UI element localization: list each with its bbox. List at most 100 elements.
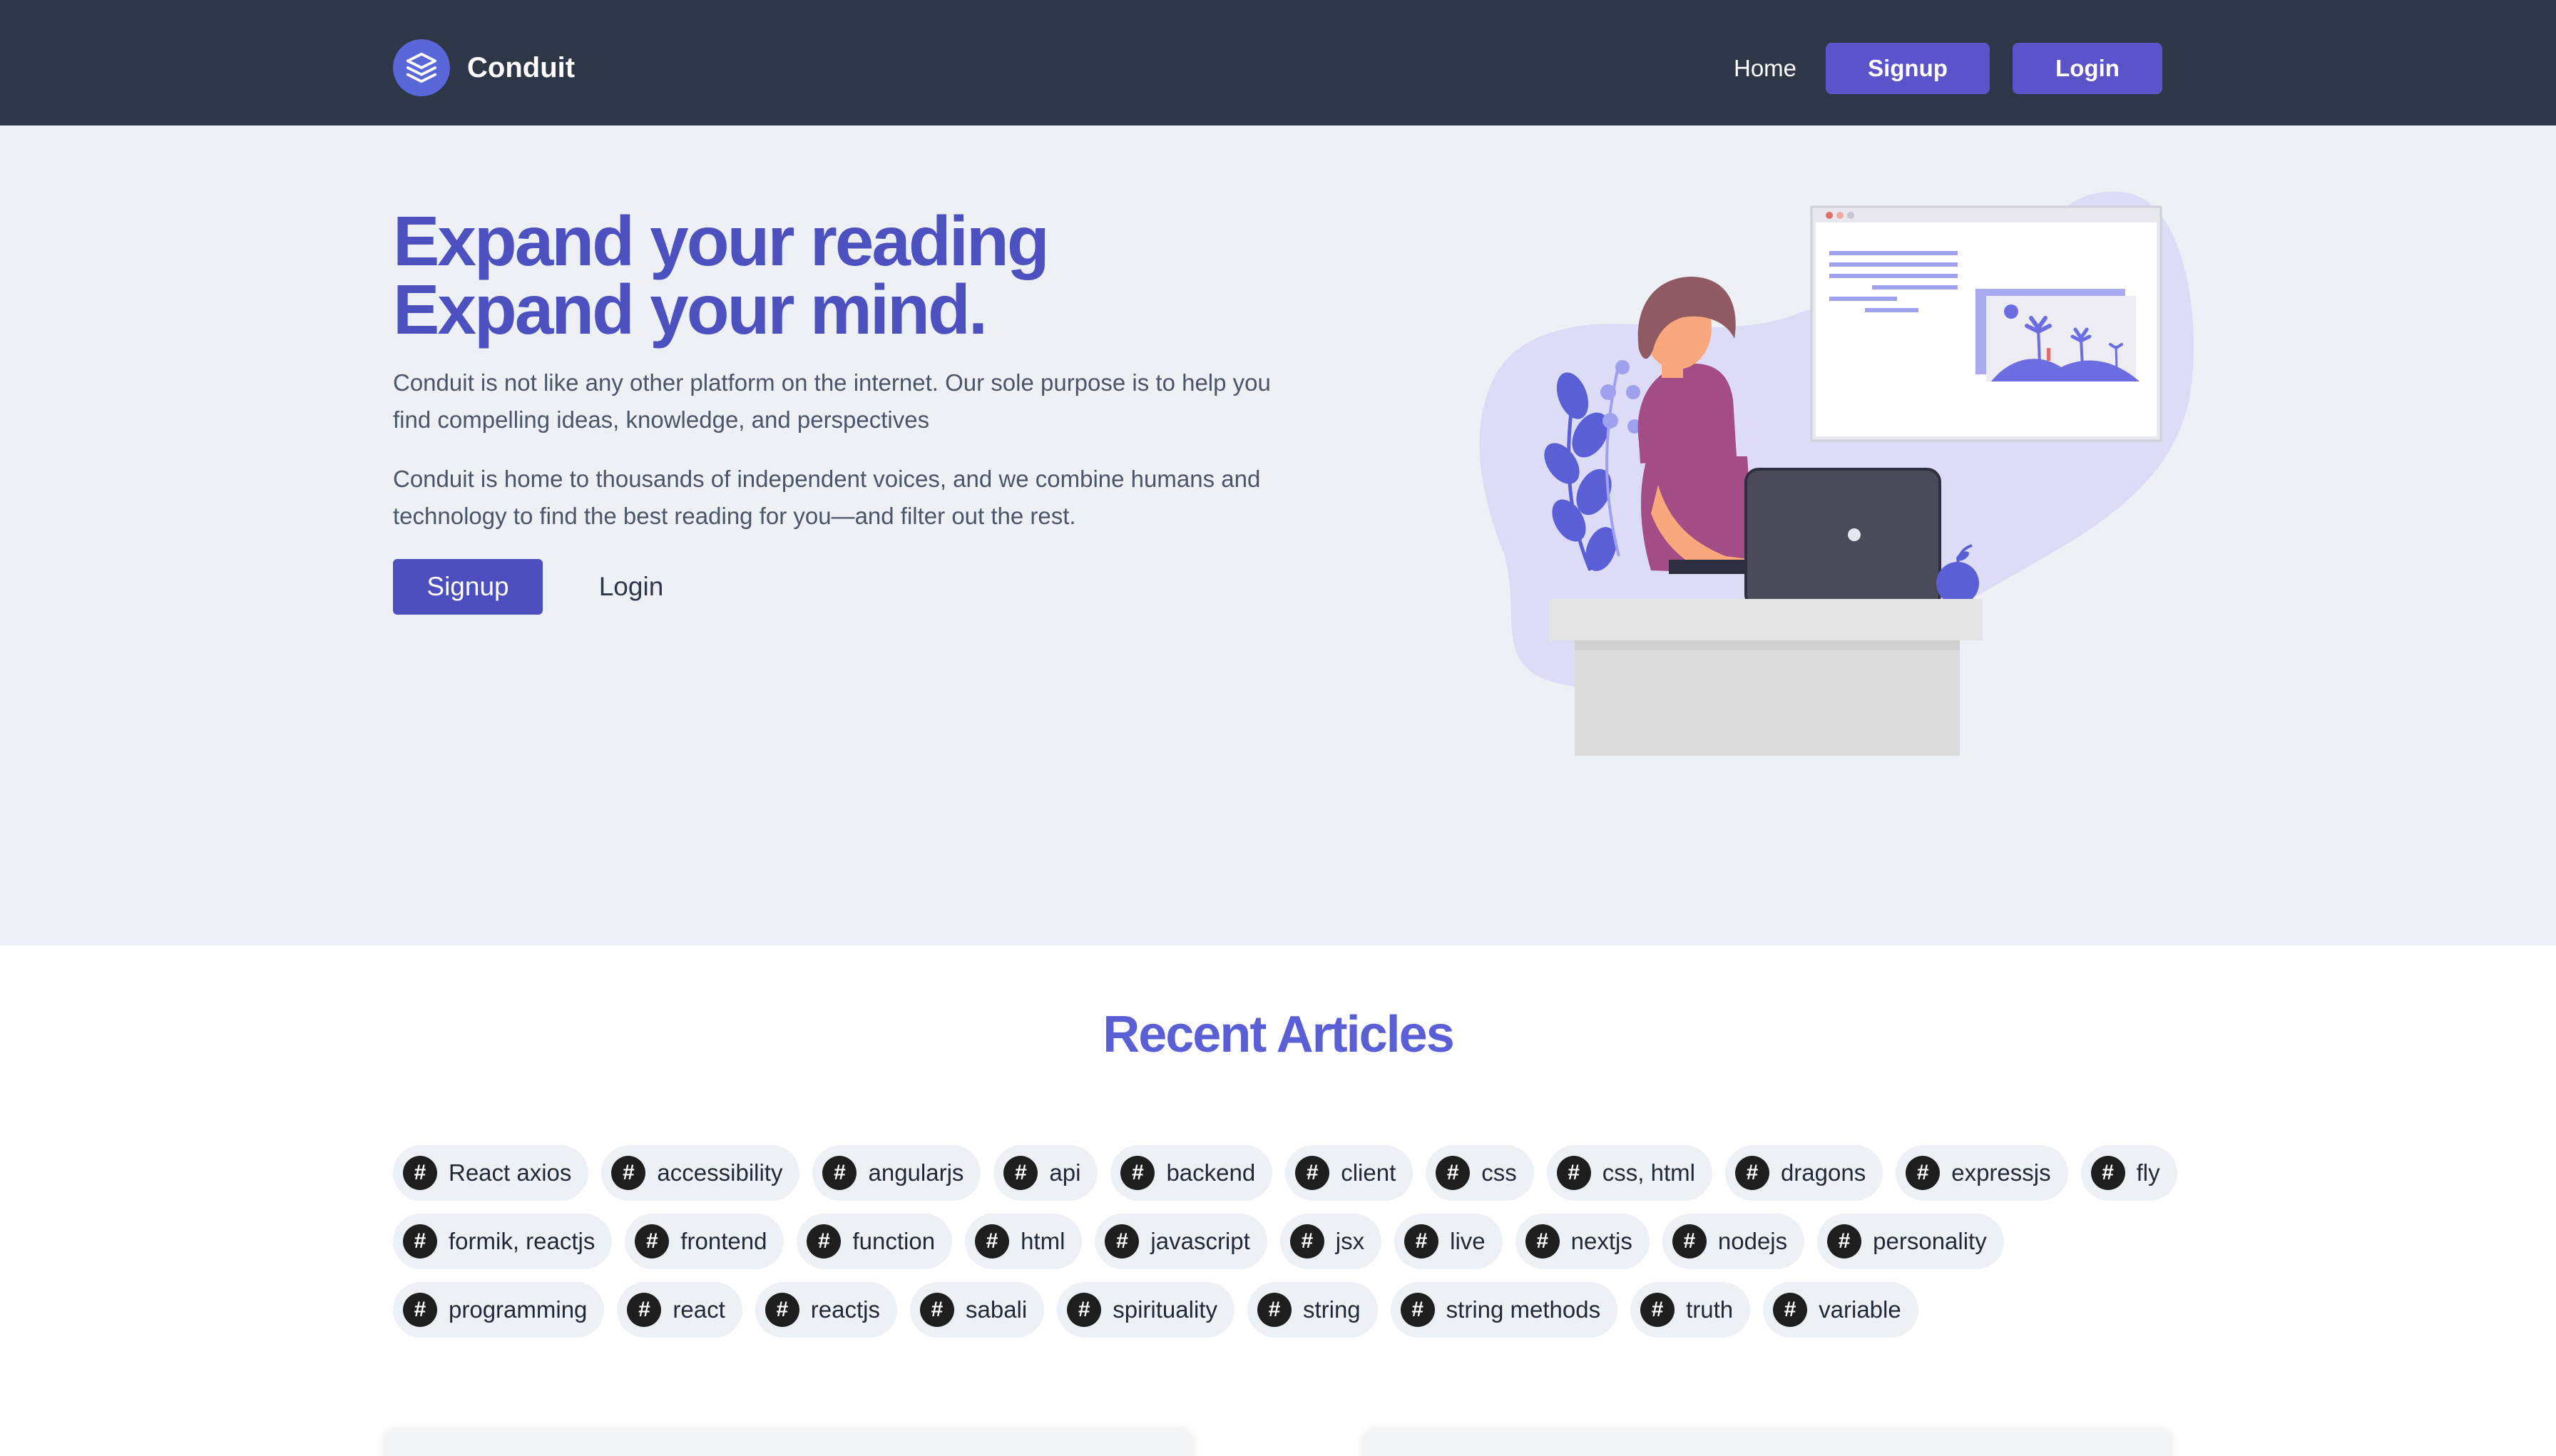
tag-pill[interactable]: # live — [1394, 1214, 1503, 1269]
hero-login-link[interactable]: Login — [571, 559, 692, 615]
tag-pill[interactable]: # api — [993, 1145, 1098, 1201]
hash-icon: # — [1105, 1224, 1140, 1258]
tag-label: accessibility — [657, 1159, 783, 1186]
hero-paragraph-1: Conduit is not like any other platform o… — [393, 369, 1271, 433]
tag-pill[interactable]: # nodejs — [1662, 1214, 1805, 1269]
tag-pill[interactable]: # accessibility — [601, 1145, 800, 1201]
tag-label: nodejs — [1717, 1228, 1788, 1254]
tag-pill[interactable]: # variable — [1763, 1282, 1918, 1338]
tag-label: css — [1481, 1159, 1517, 1186]
hash-icon: # — [1400, 1293, 1435, 1327]
hash-icon: # — [635, 1224, 670, 1258]
hash-icon: # — [920, 1293, 954, 1327]
tag-pill[interactable]: # string methods — [1390, 1282, 1618, 1338]
tag-label: jsx — [1335, 1228, 1365, 1254]
tag-label: variable — [1819, 1296, 1901, 1323]
tag-row-3: # programming # react # reactjs # sabali # spirit… — [393, 1282, 1918, 1338]
hero-title-line-1: Expand your reading — [393, 202, 1050, 280]
hero-title-line-2: Expand your mind. — [393, 270, 988, 349]
tag-pill[interactable]: # formik, reactjs — [393, 1214, 613, 1269]
hash-icon: # — [611, 1156, 646, 1190]
tag-pill[interactable]: # jsx — [1279, 1214, 1382, 1269]
tag-pill[interactable]: # spirituality — [1057, 1282, 1234, 1338]
tag-pill[interactable]: # css — [1426, 1145, 1534, 1201]
tag-label: javascript — [1150, 1228, 1250, 1254]
hero-signup-button[interactable]: Signup — [393, 559, 543, 615]
tag-pill[interactable]: # dragons — [1724, 1145, 1883, 1201]
article-card[interactable] — [384, 1430, 1194, 1456]
hero-title: Expand your reading Expand your mind. — [393, 202, 1320, 349]
nav-signup-button[interactable]: Signup — [1826, 43, 1990, 94]
laptop-illustration — [1744, 468, 1941, 609]
tag-label: programming — [449, 1296, 588, 1323]
tag-label: css, html — [1602, 1159, 1695, 1186]
tag-label: react — [673, 1296, 725, 1323]
tag-pill[interactable]: # angularjs — [812, 1145, 981, 1201]
tag-pill[interactable]: # truth — [1630, 1282, 1751, 1338]
tag-label: dragons — [1780, 1159, 1866, 1186]
tag-pill[interactable]: # client — [1285, 1145, 1414, 1201]
tag-label: formik, reactjs — [449, 1228, 595, 1254]
hash-icon: # — [1525, 1224, 1560, 1258]
hash-icon: # — [1773, 1293, 1808, 1327]
hash-icon: # — [1556, 1156, 1591, 1190]
tag-label: truth — [1686, 1296, 1734, 1323]
tag-label: expressjs — [1951, 1159, 2051, 1186]
tag-label: html — [1021, 1228, 1065, 1254]
hash-icon: # — [1120, 1156, 1155, 1190]
tag-label: personality — [1873, 1228, 1987, 1254]
hash-icon: # — [807, 1224, 842, 1258]
tag-label: backend — [1166, 1159, 1256, 1186]
tag-pill[interactable]: # react — [617, 1282, 742, 1338]
hash-icon: # — [1003, 1156, 1038, 1190]
hash-icon: # — [822, 1156, 857, 1190]
tag-label: nextjs — [1570, 1228, 1632, 1254]
tag-pill[interactable]: # reactjs — [755, 1282, 897, 1338]
tag-pill[interactable]: # html — [965, 1214, 1083, 1269]
tag-label: string methods — [1446, 1296, 1601, 1323]
nav-login-button[interactable]: Login — [2013, 43, 2162, 94]
tag-label: sabali — [966, 1296, 1028, 1323]
brand-name: Conduit — [467, 51, 576, 83]
tag-pill[interactable]: # expressjs — [1896, 1145, 2068, 1201]
tag-pill[interactable]: # sabali — [910, 1282, 1045, 1338]
tag-pill[interactable]: # programming — [393, 1282, 605, 1338]
reading-woman-illustration — [1479, 191, 2194, 756]
tag-pill[interactable]: # css, html — [1546, 1145, 1712, 1201]
hash-icon: # — [403, 1156, 437, 1190]
nav-home-link[interactable]: Home — [1726, 43, 1804, 94]
tag-pill[interactable]: # nextjs — [1515, 1214, 1650, 1269]
tag-row-2: # formik, reactjs # frontend # function # html #… — [393, 1214, 2004, 1269]
tag-pill[interactable]: # frontend — [625, 1214, 784, 1269]
tag-label: frontend — [680, 1228, 767, 1254]
hash-icon: # — [1404, 1224, 1439, 1258]
tag-pill[interactable]: # backend — [1110, 1145, 1273, 1201]
hash-icon: # — [627, 1293, 662, 1327]
hash-icon: # — [1295, 1156, 1330, 1190]
tag-label: spirituality — [1113, 1296, 1217, 1323]
tag-label: string — [1302, 1296, 1361, 1323]
tag-label: angularjs — [868, 1159, 964, 1186]
tag-label: React axios — [449, 1159, 572, 1186]
tag-label: reactjs — [810, 1296, 880, 1323]
article-card[interactable] — [1362, 1430, 2172, 1456]
layers-icon — [393, 39, 450, 96]
tag-pill[interactable]: # fly — [2080, 1145, 2177, 1201]
browser-window-illustration — [1810, 205, 2162, 442]
brand-link[interactable]: Conduit — [393, 39, 575, 96]
hash-icon: # — [1672, 1224, 1707, 1258]
hash-icon: # — [1827, 1224, 1862, 1258]
tag-pill[interactable]: # React axios — [393, 1145, 589, 1201]
hash-icon: # — [403, 1293, 437, 1327]
tag-pill[interactable]: # function — [797, 1214, 953, 1269]
hash-icon: # — [1067, 1293, 1102, 1327]
tag-pill[interactable]: # javascript — [1095, 1214, 1267, 1269]
tag-label: live — [1450, 1228, 1486, 1254]
tag-label: function — [852, 1228, 936, 1254]
recent-articles-title: Recent Articles — [1103, 1006, 1455, 1063]
hash-icon: # — [1734, 1156, 1769, 1190]
tag-pill[interactable]: # personality — [1817, 1214, 2004, 1269]
hash-icon: # — [1257, 1293, 1292, 1327]
desk-illustration — [1549, 599, 1983, 756]
tag-pill[interactable]: # string — [1247, 1282, 1378, 1338]
